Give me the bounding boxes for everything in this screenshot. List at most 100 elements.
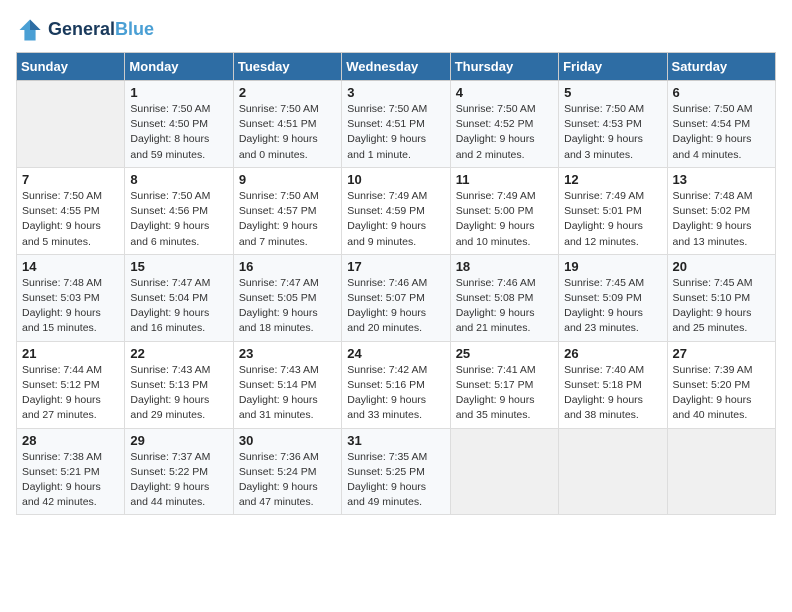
day-number: 1 [130,85,227,100]
day-number: 29 [130,433,227,448]
header-day-tuesday: Tuesday [233,53,341,81]
calendar-cell: 11 Sunrise: 7:49 AMSunset: 5:00 PMDayligh… [450,167,558,254]
day-number: 30 [239,433,336,448]
calendar-cell: 18Sunrise: 7:46 AMSunset: 5:08 PMDayligh… [450,254,558,341]
day-number: 27 [673,346,770,361]
header-day-saturday: Saturday [667,53,775,81]
calendar-week-3: 14 Sunrise: 7:48 AMSunset: 5:03 PMDayligh… [17,254,776,341]
calendar-cell [450,428,558,515]
calendar-cell: 20Sunrise: 7:45 AMSunset: 5:10 PMDayligh… [667,254,775,341]
day-number: 21 [22,346,119,361]
day-info: Sunrise: 7:45 AMSunset: 5:09 PMDaylight:… [564,276,661,337]
calendar-week-4: 21 Sunrise: 7:44 AMSunset: 5:12 PMDayligh… [17,341,776,428]
day-info: Sunrise: 7:43 AMSunset: 5:14 PMDaylight:… [239,363,336,424]
day-info: Sunrise: 7:39 AMSunset: 5:20 PMDaylight:… [673,363,770,424]
calendar-body: 1 Sunrise: 7:50 AMSunset: 4:50 PMDaylight… [17,81,776,515]
calendar-cell: 31 Sunrise: 7:35 AMSunset: 5:25 PMDayligh… [342,428,450,515]
day-number: 25 [456,346,553,361]
header-day-friday: Friday [559,53,667,81]
day-info: Sunrise: 7:41 AMSunset: 5:17 PMDaylight:… [456,363,553,424]
day-info: Sunrise: 7:47 AMSunset: 5:04 PMDaylight:… [130,276,227,337]
day-number: 7 [22,172,119,187]
day-info: Sunrise: 7:48 AMSunset: 5:03 PMDaylight:… [22,276,119,337]
day-number: 11 [456,172,553,187]
day-info: Sunrise: 7:48 AMSunset: 5:02 PMDaylight:… [673,189,770,250]
header-day-sunday: Sunday [17,53,125,81]
calendar-header-row: SundayMondayTuesdayWednesdayThursdayFrid… [17,53,776,81]
day-number: 31 [347,433,444,448]
day-number: 14 [22,259,119,274]
calendar-cell: 10 Sunrise: 7:49 AMSunset: 4:59 PMDayligh… [342,167,450,254]
day-info: Sunrise: 7:49 AMSunset: 5:01 PMDaylight:… [564,189,661,250]
calendar-cell: 27 Sunrise: 7:39 AMSunset: 5:20 PMDayligh… [667,341,775,428]
day-info: Sunrise: 7:38 AMSunset: 5:21 PMDaylight:… [22,450,119,511]
calendar-cell: 15Sunrise: 7:47 AMSunset: 5:04 PMDayligh… [125,254,233,341]
calendar-week-1: 1 Sunrise: 7:50 AMSunset: 4:50 PMDaylight… [17,81,776,168]
header-day-thursday: Thursday [450,53,558,81]
day-info: Sunrise: 7:49 AMSunset: 5:00 PMDaylight:… [456,189,553,250]
logo-text: GeneralBlue [48,20,154,40]
day-number: 24 [347,346,444,361]
day-info: Sunrise: 7:50 AMSunset: 4:57 PMDaylight:… [239,189,336,250]
page-header: GeneralBlue [16,16,776,44]
calendar-cell: 14 Sunrise: 7:48 AMSunset: 5:03 PMDayligh… [17,254,125,341]
day-number: 3 [347,85,444,100]
day-info: Sunrise: 7:49 AMSunset: 4:59 PMDaylight:… [347,189,444,250]
day-info: Sunrise: 7:50 AMSunset: 4:55 PMDaylight:… [22,189,119,250]
calendar-cell: 16Sunrise: 7:47 AMSunset: 5:05 PMDayligh… [233,254,341,341]
day-number: 22 [130,346,227,361]
day-number: 10 [347,172,444,187]
day-number: 12 [564,172,661,187]
calendar-cell [559,428,667,515]
logo-icon [16,16,44,44]
calendar-cell: 3Sunrise: 7:50 AMSunset: 4:51 PMDaylight… [342,81,450,168]
day-number: 26 [564,346,661,361]
logo: GeneralBlue [16,16,154,44]
calendar-cell: 30 Sunrise: 7:36 AMSunset: 5:24 PMDayligh… [233,428,341,515]
day-number: 8 [130,172,227,187]
day-info: Sunrise: 7:40 AMSunset: 5:18 PMDaylight:… [564,363,661,424]
calendar-cell: 9 Sunrise: 7:50 AMSunset: 4:57 PMDaylight… [233,167,341,254]
header-day-wednesday: Wednesday [342,53,450,81]
day-info: Sunrise: 7:36 AMSunset: 5:24 PMDaylight:… [239,450,336,511]
day-info: Sunrise: 7:50 AMSunset: 4:51 PMDaylight:… [239,102,336,163]
day-number: 13 [673,172,770,187]
day-info: Sunrise: 7:50 AMSunset: 4:50 PMDaylight:… [130,102,227,163]
calendar-cell: 5Sunrise: 7:50 AMSunset: 4:53 PMDaylight… [559,81,667,168]
calendar-cell: 13 Sunrise: 7:48 AMSunset: 5:02 PMDayligh… [667,167,775,254]
day-info: Sunrise: 7:43 AMSunset: 5:13 PMDaylight:… [130,363,227,424]
calendar-table: SundayMondayTuesdayWednesdayThursdayFrid… [16,52,776,515]
day-info: Sunrise: 7:42 AMSunset: 5:16 PMDaylight:… [347,363,444,424]
calendar-cell: 24 Sunrise: 7:42 AMSunset: 5:16 PMDayligh… [342,341,450,428]
calendar-cell: 21 Sunrise: 7:44 AMSunset: 5:12 PMDayligh… [17,341,125,428]
day-info: Sunrise: 7:46 AMSunset: 5:08 PMDaylight:… [456,276,553,337]
day-number: 23 [239,346,336,361]
calendar-cell: 1 Sunrise: 7:50 AMSunset: 4:50 PMDaylight… [125,81,233,168]
day-info: Sunrise: 7:44 AMSunset: 5:12 PMDaylight:… [22,363,119,424]
day-number: 4 [456,85,553,100]
day-info: Sunrise: 7:37 AMSunset: 5:22 PMDaylight:… [130,450,227,511]
calendar-week-5: 28Sunrise: 7:38 AMSunset: 5:21 PMDayligh… [17,428,776,515]
header-day-monday: Monday [125,53,233,81]
day-info: Sunrise: 7:50 AMSunset: 4:56 PMDaylight:… [130,189,227,250]
day-number: 9 [239,172,336,187]
calendar-cell: 6Sunrise: 7:50 AMSunset: 4:54 PMDaylight… [667,81,775,168]
calendar-cell: 12 Sunrise: 7:49 AMSunset: 5:01 PMDayligh… [559,167,667,254]
calendar-cell: 7 Sunrise: 7:50 AMSunset: 4:55 PMDaylight… [17,167,125,254]
day-number: 19 [564,259,661,274]
calendar-cell: 28Sunrise: 7:38 AMSunset: 5:21 PMDayligh… [17,428,125,515]
calendar-cell: 19 Sunrise: 7:45 AMSunset: 5:09 PMDayligh… [559,254,667,341]
day-number: 2 [239,85,336,100]
day-info: Sunrise: 7:45 AMSunset: 5:10 PMDaylight:… [673,276,770,337]
calendar-cell [17,81,125,168]
day-number: 16 [239,259,336,274]
calendar-cell: 25 Sunrise: 7:41 AMSunset: 5:17 PMDayligh… [450,341,558,428]
calendar-cell: 23 Sunrise: 7:43 AMSunset: 5:14 PMDayligh… [233,341,341,428]
calendar-cell: 4 Sunrise: 7:50 AMSunset: 4:52 PMDaylight… [450,81,558,168]
day-number: 17 [347,259,444,274]
day-info: Sunrise: 7:35 AMSunset: 5:25 PMDaylight:… [347,450,444,511]
calendar-cell: 17Sunrise: 7:46 AMSunset: 5:07 PMDayligh… [342,254,450,341]
day-info: Sunrise: 7:50 AMSunset: 4:53 PMDaylight:… [564,102,661,163]
calendar-cell: 29 Sunrise: 7:37 AMSunset: 5:22 PMDayligh… [125,428,233,515]
day-info: Sunrise: 7:50 AMSunset: 4:52 PMDaylight:… [456,102,553,163]
